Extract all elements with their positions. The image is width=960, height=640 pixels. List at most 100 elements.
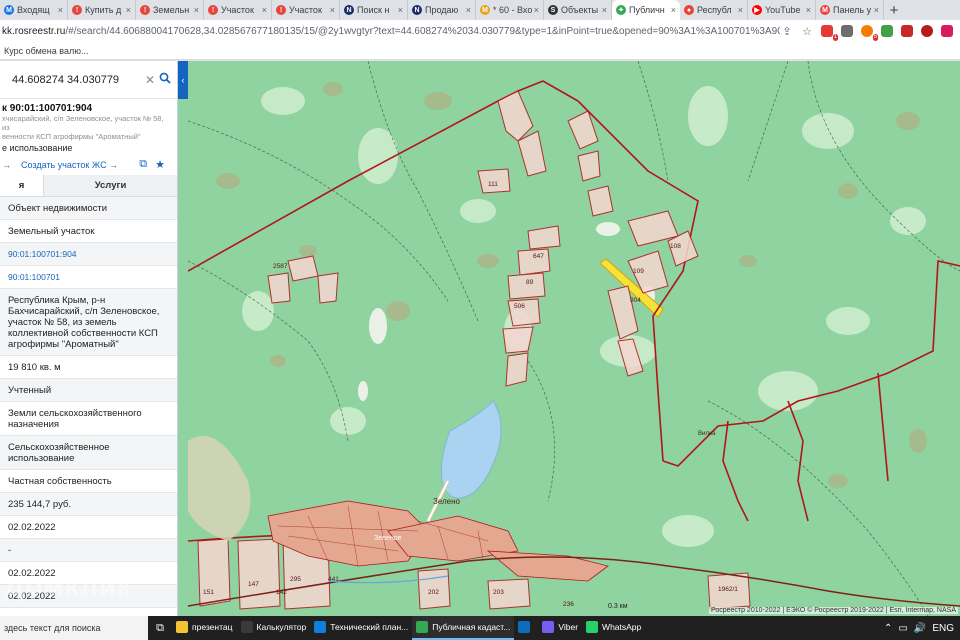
tray-icon[interactable]: ⌃	[884, 623, 892, 634]
taskbar-app[interactable]: WhatsApp	[582, 616, 645, 640]
browser-tab[interactable]: ✦ Публичн ×	[612, 0, 680, 20]
parcel-number[interactable]: 203	[493, 589, 504, 596]
tab-favicon-icon: N	[344, 5, 354, 15]
parcel-number[interactable]: 2587	[273, 263, 287, 270]
browser-tab[interactable]: M Входящ ×	[0, 0, 68, 20]
app-icon	[240, 621, 253, 633]
taskbar: здесь текст для поиска ⧉ презентац Кальку…	[0, 616, 960, 640]
taskbar-apps: презентац Калькулятор Технический план... П…	[172, 616, 645, 640]
property-link[interactable]: 90:01:100701:904	[0, 243, 177, 266]
tab-strip: M Входящ ×! Купить д ×! Земельн ×! Участок ×! Уча…	[0, 0, 960, 20]
collapse-panel-button[interactable]: ‹	[178, 61, 188, 99]
parcel-number[interactable]: 109	[633, 268, 644, 275]
tab-close-icon[interactable]: ×	[194, 5, 199, 15]
tab-close-icon[interactable]: ×	[874, 5, 879, 15]
taskbar-app[interactable]: Калькулятор	[237, 616, 311, 640]
copy-icon[interactable]: ⧉	[139, 158, 147, 171]
browser-tab[interactable]: N Поиск н ×	[340, 0, 408, 20]
parcel-number[interactable]: 1962/1	[718, 586, 738, 593]
create-parcel-link[interactable]: Создать участок ЖС →	[21, 160, 118, 170]
tab-close-icon[interactable]: ×	[126, 5, 131, 15]
tab-close-icon[interactable]: ×	[398, 5, 403, 15]
bookmark-star-icon[interactable]: ☆	[800, 24, 814, 38]
tab-services[interactable]: Услуги	[44, 175, 177, 196]
browser-tab[interactable]: M * 60 - Вхо ×	[476, 0, 544, 20]
browser-tab[interactable]: N Продаю ×	[408, 0, 476, 20]
browser-tab[interactable]: ! Земельн ×	[136, 0, 204, 20]
taskbar-app[interactable]: Viber	[538, 616, 582, 640]
tray-icon[interactable]: ENG	[932, 623, 954, 634]
tab-close-icon[interactable]: ×	[534, 5, 539, 15]
tab-close-icon[interactable]: ×	[806, 5, 811, 15]
browser-tab[interactable]: ! Купить д ×	[68, 0, 136, 20]
property-row: Земельный участок	[0, 220, 177, 243]
tab-close-icon[interactable]: ×	[466, 5, 471, 15]
tab-close-icon[interactable]: ×	[58, 5, 63, 15]
extension-green-icon[interactable]	[880, 24, 894, 38]
tab-label: Входящ	[17, 5, 50, 15]
place-label: Зеленое	[374, 535, 402, 542]
browser-tab[interactable]: ! Участок ×	[272, 0, 340, 20]
browser-tab[interactable]: ▶ YouTube ×	[748, 0, 816, 20]
cadastral-map[interactable]: Зелено Зеленое Вилна 111 647 89 506 109 904 10…	[188, 61, 960, 616]
browser-tab[interactable]: M Панель у ×	[816, 0, 884, 20]
map-edge	[178, 99, 188, 616]
share-icon[interactable]: ⇪	[780, 24, 794, 38]
extension-red-icon[interactable]: 1	[820, 24, 838, 41]
extension-red2-icon[interactable]	[900, 24, 914, 38]
parcel-number[interactable]: 441	[328, 576, 339, 583]
place-label: Вилна	[698, 431, 716, 437]
parcel-number[interactable]: 295	[290, 576, 301, 583]
task-view-icon[interactable]: ⧉	[148, 616, 172, 640]
app-icon	[416, 621, 429, 633]
extension-pink-icon[interactable]	[940, 24, 954, 38]
extension-gray-icon[interactable]	[840, 24, 854, 38]
clear-icon[interactable]: ✕	[145, 73, 159, 87]
tab-favicon-icon: N	[412, 5, 422, 15]
bookmark-item[interactable]: Курс обмена валю...	[4, 46, 88, 56]
new-tab-button[interactable]: +	[884, 0, 904, 20]
tab-favicon-icon: !	[208, 5, 218, 15]
parcel-number[interactable]: 904	[630, 297, 641, 304]
browser-tab[interactable]: ! Участок ×	[204, 0, 272, 20]
parcel-number[interactable]: 202	[428, 589, 439, 596]
tab-close-icon[interactable]: ×	[738, 5, 743, 15]
extension-orange-icon[interactable]: 5	[860, 24, 878, 41]
tab-info[interactable]: я	[0, 175, 44, 196]
parcel-number[interactable]: 147	[248, 581, 259, 588]
tab-close-icon[interactable]: ×	[602, 5, 607, 15]
tray-icon[interactable]: 🔊	[914, 623, 926, 634]
address-bar[interactable]: kk.rosreestr.ru/#/search/44.606880041706…	[0, 26, 780, 37]
parcel-number[interactable]: 647	[533, 253, 544, 260]
browser-tab[interactable]: ● Республ ×	[680, 0, 748, 20]
watermark: Домклик	[4, 570, 133, 601]
parcel-number[interactable]: 236	[563, 601, 574, 608]
parcel-number[interactable]: 506	[514, 303, 525, 310]
search-input[interactable]: 44.608274 34.030779	[2, 74, 145, 86]
taskbar-app[interactable]: презентац	[172, 616, 237, 640]
taskbar-app[interactable]: Технический план...	[310, 616, 412, 640]
parcel-number[interactable]: 89	[526, 279, 533, 286]
tab-favicon-icon: M	[820, 5, 830, 15]
property-link[interactable]: 90:01:100701	[0, 266, 177, 289]
tab-favicon-icon: !	[72, 5, 82, 15]
tab-close-icon[interactable]: ×	[330, 5, 335, 15]
tray-icon[interactable]: ▭	[898, 623, 907, 634]
favorite-star-icon[interactable]: ★	[155, 158, 165, 171]
tab-close-icon[interactable]: ×	[262, 5, 267, 15]
tab-close-icon[interactable]: ×	[671, 5, 676, 15]
extension-darkred-icon[interactable]	[920, 24, 934, 38]
taskbar-search[interactable]: здесь текст для поиска	[0, 616, 148, 640]
tab-favicon-icon: ▶	[752, 5, 762, 15]
browser-tab[interactable]: S Объекты ×	[544, 0, 612, 20]
search-icon[interactable]	[159, 72, 177, 87]
parcel-number[interactable]: 111	[488, 181, 498, 188]
parcel-number[interactable]: 142	[276, 589, 287, 596]
address-bar-row: kk.rosreestr.ru/#/search/44.606880041706…	[0, 20, 960, 42]
taskbar-app[interactable]	[514, 616, 538, 640]
parcel-number[interactable]: 108	[670, 243, 681, 250]
back-arrow-icon[interactable]: →	[2, 160, 11, 170]
tab-label: Купить д	[85, 5, 122, 15]
parcel-number[interactable]: 151	[203, 589, 214, 596]
taskbar-app[interactable]: Публичная кадаст...	[412, 616, 515, 640]
